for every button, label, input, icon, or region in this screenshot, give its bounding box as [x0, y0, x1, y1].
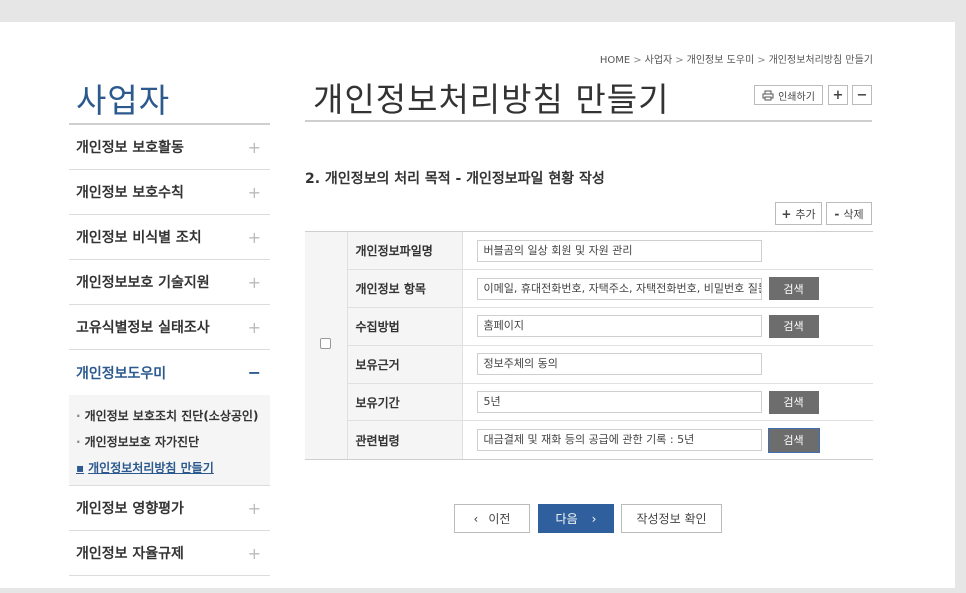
chevron-left-icon: ‹ — [473, 511, 479, 526]
printer-icon — [762, 90, 774, 100]
sidebar-item-label: 개인정보 비식별 조치 — [76, 230, 202, 246]
title-divider — [305, 120, 872, 122]
sidebar-item-label: 개인정보 자율규제 — [76, 546, 184, 562]
sidebar-nav: 개인정보 보호활동 + 개인정보 보호수칙 + 개인정보 비식별 조치 + 개인… — [69, 123, 270, 576]
next-label: 다음 — [555, 512, 578, 526]
row-select-checkbox[interactable] — [320, 338, 332, 350]
add-label: 추가 — [795, 207, 816, 221]
sidebar-item-unique-id-survey[interactable]: 고유식별정보 실태조사 + — [69, 305, 270, 350]
prev-button[interactable]: ‹ 이전 — [454, 504, 530, 533]
form-row-items: 개인정보 항목 이메일, 휴대전화번호, 자택주소, 자택전화번호, 비밀번호 … — [305, 269, 873, 309]
subnav-item-label: 개인정보처리방침 만들기 — [88, 461, 214, 475]
form-row-related-law: 관련법령 대금결제 및 재화 등의 공급에 관한 기록 : 5년 검색 — [305, 420, 873, 459]
chevron-right-icon: › — [591, 511, 597, 526]
sidebar-item-label: 고유식별정보 실태조사 — [76, 320, 210, 336]
subnav-item-small-business-diagnosis[interactable]: · 개인정보 보호조치 진단(소상공인) — [76, 403, 270, 429]
next-button[interactable]: 다음 › — [538, 504, 614, 533]
field-label: 개인정보 항목 — [347, 269, 463, 309]
plus-icon: + — [781, 206, 792, 221]
items-input[interactable]: 이메일, 휴대전화번호, 자택주소, 자택전화번호, 비밀번호 질문 — [476, 277, 762, 300]
sidebar-item-protection-activity[interactable]: 개인정보 보호활동 + — [69, 125, 270, 170]
subnav-item-label: 개인정보 보호조치 진단(소상공인) — [84, 409, 259, 423]
page-title: 개인정보처리방침 만들기 — [313, 80, 670, 119]
collection-method-search-button[interactable]: 검색 — [768, 314, 819, 338]
items-search-button[interactable]: 검색 — [768, 277, 819, 301]
breadcrumb-home[interactable]: HOME — [600, 55, 630, 66]
add-row-button[interactable]: + 추가 — [775, 202, 822, 225]
plus-icon: + — [247, 272, 261, 292]
related-law-search-button[interactable]: 검색 — [767, 427, 820, 453]
form-row-file-name: 개인정보파일명 버블곰의 일상 회원 및 자원 관리 — [305, 232, 873, 459]
chevron-right-icon: > — [633, 55, 642, 66]
chevron-right-icon: > — [675, 55, 684, 66]
sidebar-item-impact-assessment[interactable]: 개인정보 영향평가 + — [69, 486, 270, 531]
chevron-right-icon: > — [757, 55, 766, 66]
delete-row-button[interactable]: - 삭제 — [826, 202, 872, 225]
minus-icon: - — [834, 206, 840, 221]
breadcrumb: HOME > 사업자 > 개인정보 도우미 > 개인정보처리방침 만들기 — [600, 51, 873, 66]
collection-method-input[interactable]: 홈페이지 — [476, 315, 762, 338]
sidebar-item-privacy-helper[interactable]: 개인정보도우미 − — [69, 350, 270, 395]
subnav-item-label: 개인정보보호 자가진단 — [84, 435, 200, 449]
sidebar-item-protection-rules[interactable]: 개인정보 보호수칙 + — [69, 170, 270, 215]
bullet-icon: ▪ — [76, 461, 85, 475]
breadcrumb-helper[interactable]: 개인정보 도우미 — [687, 55, 755, 66]
retention-basis-input[interactable]: 정보주체의 동의 — [476, 353, 762, 376]
plus-icon: + — [247, 317, 261, 337]
minus-icon: − — [247, 363, 261, 382]
sidebar-item-deidentification[interactable]: 개인정보 비식별 조치 + — [69, 215, 270, 260]
sidebar-item-tech-support[interactable]: 개인정보보호 기술지원 + — [69, 260, 270, 305]
retention-period-search-button[interactable]: 검색 — [768, 390, 819, 414]
sidebar-title: 사업자 — [76, 81, 171, 120]
print-button[interactable]: 인쇄하기 — [754, 85, 823, 105]
retention-period-input[interactable]: 5년 — [476, 391, 762, 414]
sidebar-item-label: 개인정보도우미 — [76, 365, 167, 382]
zoom-in-button[interactable]: + — [828, 85, 848, 105]
sidebar-item-label: 개인정보 보호활동 — [76, 140, 184, 156]
row-select-cell — [305, 232, 348, 459]
field-label: 관련법령 — [347, 420, 463, 459]
prev-label: 이전 — [488, 512, 511, 526]
related-law-input[interactable]: 대금결제 및 재화 등의 공급에 관한 기록 : 5년 — [476, 429, 762, 452]
plus-icon: + — [247, 182, 261, 202]
sidebar-item-self-regulation[interactable]: 개인정보 자율규제 + — [69, 531, 270, 576]
sidebar-item-label: 개인정보 보호수칙 — [76, 185, 184, 201]
print-label: 인쇄하기 — [778, 91, 815, 103]
field-label: 개인정보파일명 — [347, 232, 463, 271]
sidebar-item-label: 개인정보 영향평가 — [76, 501, 184, 517]
subnav-item-self-diagnosis[interactable]: · 개인정보보호 자가진단 — [76, 429, 270, 455]
delete-label: 삭제 — [843, 207, 864, 221]
subnav-item-policy-maker[interactable]: ▪ 개인정보처리방침 만들기 — [76, 455, 270, 481]
sidebar-item-label: 개인정보보호 기술지원 — [76, 275, 210, 291]
form-row-retention-period: 보유기간 5년 검색 — [305, 383, 873, 422]
plus-icon: + — [247, 137, 261, 157]
form-row-retention-basis: 보유근거 정보주체의 동의 — [305, 345, 873, 384]
plus-icon: + — [247, 227, 261, 247]
section-title: 2. 개인정보의 처리 목적 - 개인정보파일 현황 작성 — [305, 171, 605, 187]
zoom-out-button[interactable]: − — [852, 85, 872, 105]
field-label: 수집방법 — [347, 307, 463, 346]
privacy-file-form: 개인정보파일명 버블곰의 일상 회원 및 자원 관리 개인정보 항목 이메일, … — [305, 231, 873, 460]
form-row-collection-method: 수집방법 홈페이지 검색 — [305, 307, 873, 346]
breadcrumb-business[interactable]: 사업자 — [645, 55, 673, 66]
field-label: 보유기간 — [347, 383, 463, 422]
field-label: 보유근거 — [347, 345, 463, 384]
page-container: 사업자 개인정보 보호활동 + 개인정보 보호수칙 + 개인정보 비식별 조치 … — [0, 22, 955, 588]
file-name-input[interactable]: 버블곰의 일상 회원 및 자원 관리 — [476, 239, 762, 262]
sidebar-subnav: · 개인정보 보호조치 진단(소상공인) · 개인정보보호 자가진단 ▪ 개인정보처리… — [69, 395, 270, 486]
bullet-icon: · — [76, 409, 81, 423]
breadcrumb-current: 개인정보처리방침 만들기 — [768, 55, 873, 66]
plus-icon: + — [247, 543, 261, 563]
bullet-icon: · — [76, 435, 81, 449]
confirm-info-button[interactable]: 작성정보 확인 — [621, 504, 722, 533]
plus-icon: + — [247, 498, 261, 518]
